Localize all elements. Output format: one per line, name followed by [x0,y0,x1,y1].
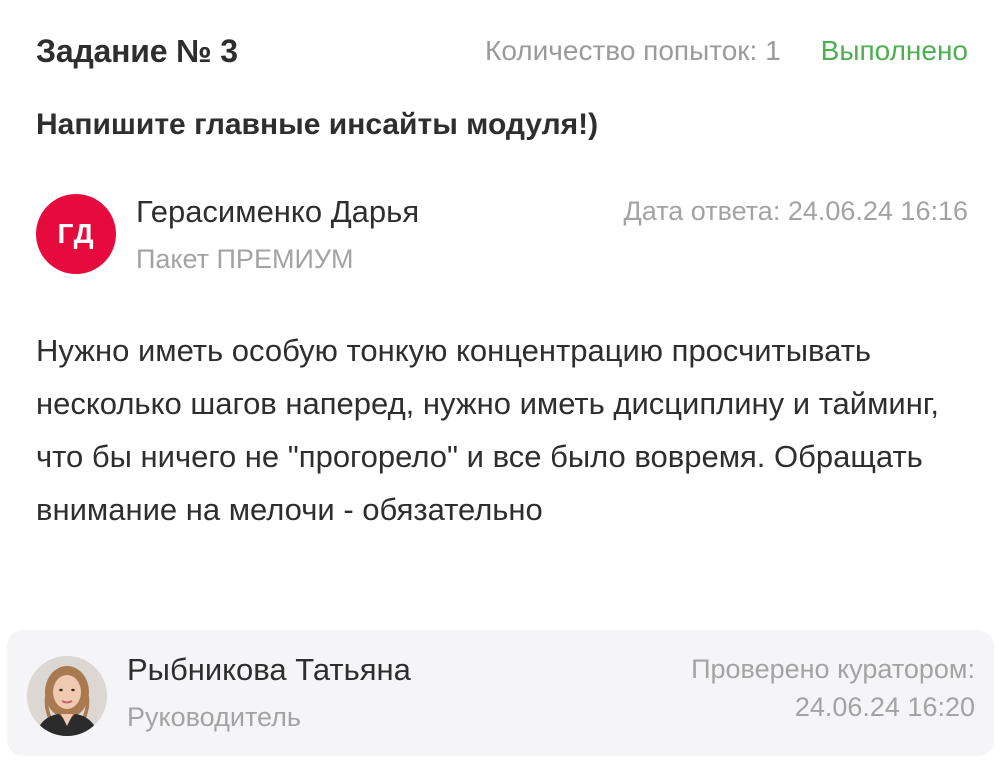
checked-info: Проверено куратором: 24.06.24 16:20 [691,650,975,726]
avatar: ГД [36,194,116,274]
task-question: Напишите главные инсайты модуля!) [36,108,599,141]
checked-date: 24.06.24 16:20 [794,692,975,722]
task-title: Задание № 3 [36,32,238,69]
curator-review-card: Рыбникова Татьяна Руководитель Проверено… [7,630,994,756]
answer-text: Нужно иметь особую тонкую концентрацию п… [36,333,939,527]
curator-avatar [27,656,107,736]
status-badge: Выполнено [820,35,968,66]
curator-role: Руководитель [127,702,301,732]
student-plan: Пакет ПРЕМИУМ [136,244,354,274]
student-name: Герасименко Дарья [136,194,420,229]
curator-photo-icon [27,656,107,736]
task-meta: Количество попыток: 1 Выполнено [485,35,968,67]
task-header: Задание № 3 Количество попыток: 1 Выполн… [36,26,968,76]
curator-name: Рыбникова Татьяна [127,652,411,687]
answer-header: ГД Герасименко Дарья Пакет ПРЕМИУМ Дата … [36,190,968,280]
answer-date: Дата ответа: 24.06.24 16:16 [623,196,969,226]
checked-label: Проверено куратором: [691,654,975,684]
attempts-count: Количество попыток: 1 [485,35,781,66]
